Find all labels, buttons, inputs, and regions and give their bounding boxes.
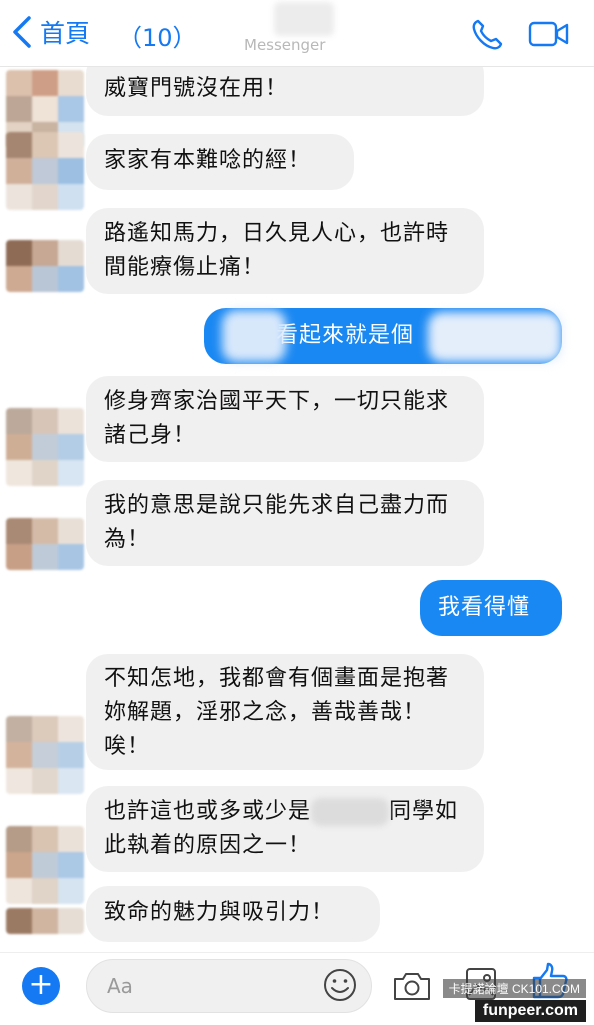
avatar[interactable] [6,518,84,570]
back-label: 首頁 [40,19,91,48]
message-input-placeholder: Aa [107,974,133,998]
avatar[interactable] [6,408,84,486]
redaction-blur [222,310,286,362]
conversation-header: 首頁 （10） Messenger [0,0,594,67]
message-bubble-outgoing[interactable]: 我看得懂 [420,580,562,636]
video-camera-icon[interactable] [528,18,570,50]
watermark: 卡提諾論壇 CK101.COM funpeer.com [442,979,586,1022]
avatar[interactable] [6,716,84,794]
redaction-blur [428,312,562,362]
message-bubble-incoming[interactable]: 路遙知馬力，日久見人心，也許時間能療傷止痛！ [86,208,484,294]
avatar[interactable] [6,132,84,210]
chevron-left-icon [13,16,31,48]
message-thread[interactable]: 威寶門號沒在用！ 家家有本難唸的經！ 路遙知馬力，日久見人心，也許時間能療傷止痛… [0,66,594,952]
back-button[interactable]: 首頁 [10,14,90,50]
message-text: 看起來就是個 [276,323,415,348]
avatar[interactable] [6,826,84,904]
plus-icon: + [28,967,54,1002]
add-button[interactable]: + [22,967,60,1005]
watermark-domain: funpeer.com [474,1000,586,1022]
emoji-icon[interactable] [322,967,358,1003]
phone-icon[interactable] [470,18,504,52]
contact-name-redacted [274,2,334,36]
message-bubble-incoming[interactable]: 家家有本難唸的經！ [86,134,354,190]
message-bubble-incoming[interactable]: 不知怎地，我都會有個畫面是抱著妳解題，淫邪之念，善哉善哉！唉！ [86,654,484,770]
avatar[interactable] [6,240,84,292]
message-bubble-incoming[interactable]: 我的意思是說只能先求自己盡力而為！ [86,480,484,566]
unread-count: （10） [118,24,197,52]
message-text: 也許這也或多或少是 [104,799,312,824]
message-bubble-incoming[interactable]: 威寶門號沒在用！ [86,66,484,116]
avatar[interactable] [6,908,84,934]
message-bubble-incoming[interactable]: 致命的魅力與吸引力！ [86,886,380,942]
redacted-name [311,798,390,826]
message-bubble-incoming[interactable]: 也許這也或多或少是 同學如此執着的原因之一！ [86,786,484,872]
camera-icon[interactable] [392,969,432,1003]
watermark-site: 卡提諾論壇 CK101.COM [442,979,586,998]
header-subtitle: Messenger [244,36,326,54]
message-bubble-incoming[interactable]: 修身齊家治國平天下，一切只能求諸己身！ [86,376,484,462]
